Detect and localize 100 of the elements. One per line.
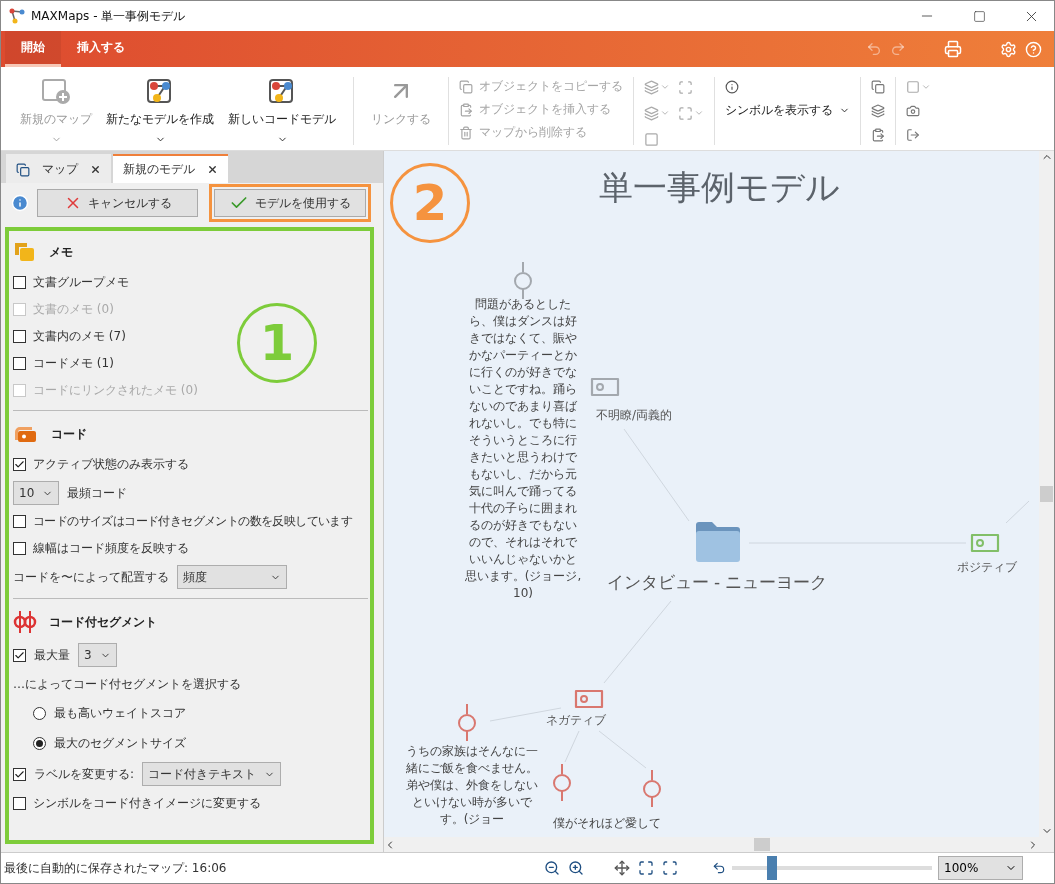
option-label: コードを〜によって配置する	[13, 568, 169, 586]
maximize-icon[interactable]	[972, 9, 986, 23]
code-label: ポジティブ	[957, 559, 1017, 576]
fit-page-icon[interactable]	[638, 860, 654, 876]
status-text: 最後に自動的に保存されたマップ: 16:06	[4, 859, 228, 877]
zoom-out-icon[interactable]	[544, 860, 560, 876]
square-icon[interactable]	[906, 80, 920, 94]
close-icon[interactable]	[90, 164, 101, 175]
checkbox[interactable]	[13, 276, 26, 289]
callout-number: 2	[390, 163, 470, 243]
ribbon-button[interactable]: 新たなモデルを作成	[99, 77, 221, 145]
document-label: インタビュー - ニューヨーク	[606, 571, 828, 594]
paste-icon	[459, 102, 473, 117]
copy-icon[interactable]	[871, 80, 885, 94]
delete-icon	[459, 125, 473, 140]
checkbox-label: 線幅はコード頻度を反映する	[33, 540, 189, 557]
checkbox[interactable]	[13, 542, 26, 555]
checkbox[interactable]	[13, 458, 26, 471]
symbol-icon[interactable]	[725, 80, 739, 94]
zoom-dropdown[interactable]: 100%	[938, 856, 1023, 880]
segment-text: うちの家族はそんなに一緒にご飯を食べません。弟や僕は、外食をしないといけない時が多いです。(ジョー	[405, 743, 539, 828]
fit-width-icon[interactable]	[614, 860, 630, 876]
segment-pin-icon	[456, 704, 478, 742]
code-tag-icon	[970, 533, 1002, 553]
memo-icon	[13, 241, 37, 263]
section-title: メモ	[49, 243, 73, 261]
segment-pin-icon	[512, 262, 534, 300]
checkbox-label: 文書グループメモ	[33, 274, 129, 291]
checkbox[interactable]	[13, 797, 26, 810]
cancel-button[interactable]: キャンセルする	[37, 189, 198, 217]
close-icon[interactable]	[207, 164, 218, 175]
settings-icon[interactable]	[1000, 40, 1017, 58]
info-icon[interactable]	[11, 194, 29, 212]
checkbox-label: アクティブ状態のみ表示する	[33, 456, 189, 473]
panel-tab[interactable]: マップ	[6, 154, 111, 183]
new-map-icon	[41, 77, 71, 105]
section-title: コード	[51, 425, 87, 443]
ribbon-tab[interactable]: 開始	[5, 31, 61, 67]
option-label: …によってコード付セグメントを選択する	[13, 676, 241, 693]
tab-label: 新規のモデル	[123, 161, 195, 178]
checkbox-label: コードのサイズはコード付きセグメントの数を反映しています	[33, 513, 353, 530]
segment-pin-icon	[551, 764, 573, 802]
option-dropdown[interactable]: コード付きテキスト	[142, 762, 282, 786]
paste-icon[interactable]	[871, 128, 885, 142]
segment-icon	[13, 610, 37, 634]
camera-icon[interactable]	[906, 104, 920, 118]
checkbox-label: シンボルをコード付きイメージに変更する	[33, 795, 261, 812]
print-icon[interactable]	[944, 40, 962, 58]
tab-label: マップ	[42, 161, 78, 178]
checkbox[interactable]	[13, 767, 26, 781]
radio-label: 最大のセグメントサイズ	[54, 734, 186, 752]
checkbox-label: ラベルを変更する:	[34, 765, 135, 783]
ribbon-button[interactable]: 新しいコードモデル	[221, 77, 343, 145]
reset-zoom-icon[interactable]	[712, 861, 726, 875]
code-label: 不明瞭/両義的	[596, 407, 672, 424]
radio-label: 最も高いウェイトスコア	[54, 704, 186, 722]
checkbox[interactable]	[13, 515, 26, 528]
connector-line	[598, 730, 647, 769]
panel-tab[interactable]: 新規のモデル	[113, 154, 228, 183]
scroll-thumb[interactable]	[754, 838, 770, 851]
segment-text: 問題があるとしたら、僕はダンスは好きではなくて、賑やかなパーティーとかに行くのが好きでないことですね。踊らないのであまり喜ばれないし。でも特にそういうところに行きたいと思うわけでもないし、だから元気に叫んで踊ってる十代の子らに囲まれるのが好きでもないので、それはそれでいいんじゃないかと思います。(ジョージ, 10)	[464, 296, 582, 602]
connector-line	[564, 730, 580, 763]
checkbox-label: 文書のメモ (0)	[33, 301, 114, 318]
segment-text: 僕がそれほど愛して	[552, 815, 662, 832]
checkbox[interactable]	[13, 330, 26, 343]
copy-icon	[459, 79, 473, 94]
symbol-dropdown[interactable]: シンボルを表示する	[725, 101, 850, 120]
checkbox[interactable]	[13, 357, 26, 370]
count-dropdown[interactable]: 10	[13, 481, 60, 505]
option-label: 最頻コード	[67, 484, 128, 502]
folder-icon	[694, 521, 742, 563]
export-icon[interactable]	[906, 128, 920, 142]
checkbox-label: コードにリンクされたメモ (0)	[33, 382, 198, 399]
checkbox-label: 文書内のメモ (7)	[33, 328, 126, 345]
map-icon	[16, 162, 30, 177]
map-title: 単一事例モデル	[597, 166, 841, 209]
section-title: コード付セグメント	[49, 613, 157, 631]
code-tag-icon	[590, 377, 622, 397]
callout-number: 1	[237, 303, 317, 383]
help-icon[interactable]	[1025, 40, 1042, 58]
code-tag-icon	[574, 689, 606, 709]
checkbox-label: コードメモ (1)	[33, 355, 114, 372]
layers-icon[interactable]	[871, 104, 885, 118]
code-tag-icon	[13, 424, 39, 444]
layers-icon[interactable]	[644, 79, 659, 95]
radio-button[interactable]	[33, 736, 46, 750]
arrange-dropdown[interactable]: 頻度	[177, 565, 287, 589]
layers-icon[interactable]	[644, 105, 659, 121]
scroll-thumb[interactable]	[1040, 486, 1053, 502]
radio-button[interactable]	[33, 706, 46, 720]
connector-line	[1005, 500, 1030, 524]
checkbox[interactable]	[13, 648, 26, 662]
code-label: ネガティブ	[546, 712, 606, 729]
ribbon-tab[interactable]: 挿入する	[61, 31, 141, 67]
slider-thumb[interactable]	[767, 856, 777, 880]
actual-size-icon[interactable]	[662, 860, 678, 876]
window-title: MAXMaps - 単一事例モデル	[31, 7, 187, 25]
segment-pin-icon	[641, 770, 663, 808]
option-dropdown[interactable]: 3	[78, 643, 117, 667]
zoom-in-icon[interactable]	[568, 860, 584, 876]
